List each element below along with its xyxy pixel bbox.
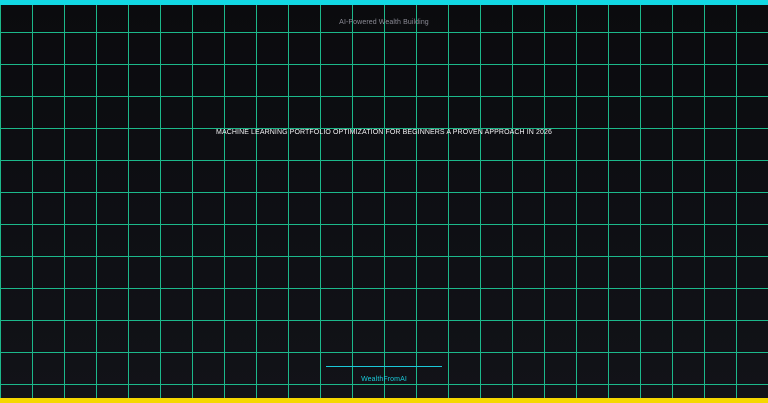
brand-name: WealthFromAI [361,376,407,383]
tagline: AI-Powered Wealth Building [339,19,429,26]
headline-title: MACHINE LEARNING PORTFOLIO OPTIMIZATION … [216,129,552,136]
bottom-accent-bar [0,398,768,403]
grid-background [0,0,768,403]
banner-canvas: AI-Powered Wealth Building MACHINE LEARN… [0,0,768,403]
top-accent-bar [0,0,768,5]
brand-divider [326,366,442,367]
